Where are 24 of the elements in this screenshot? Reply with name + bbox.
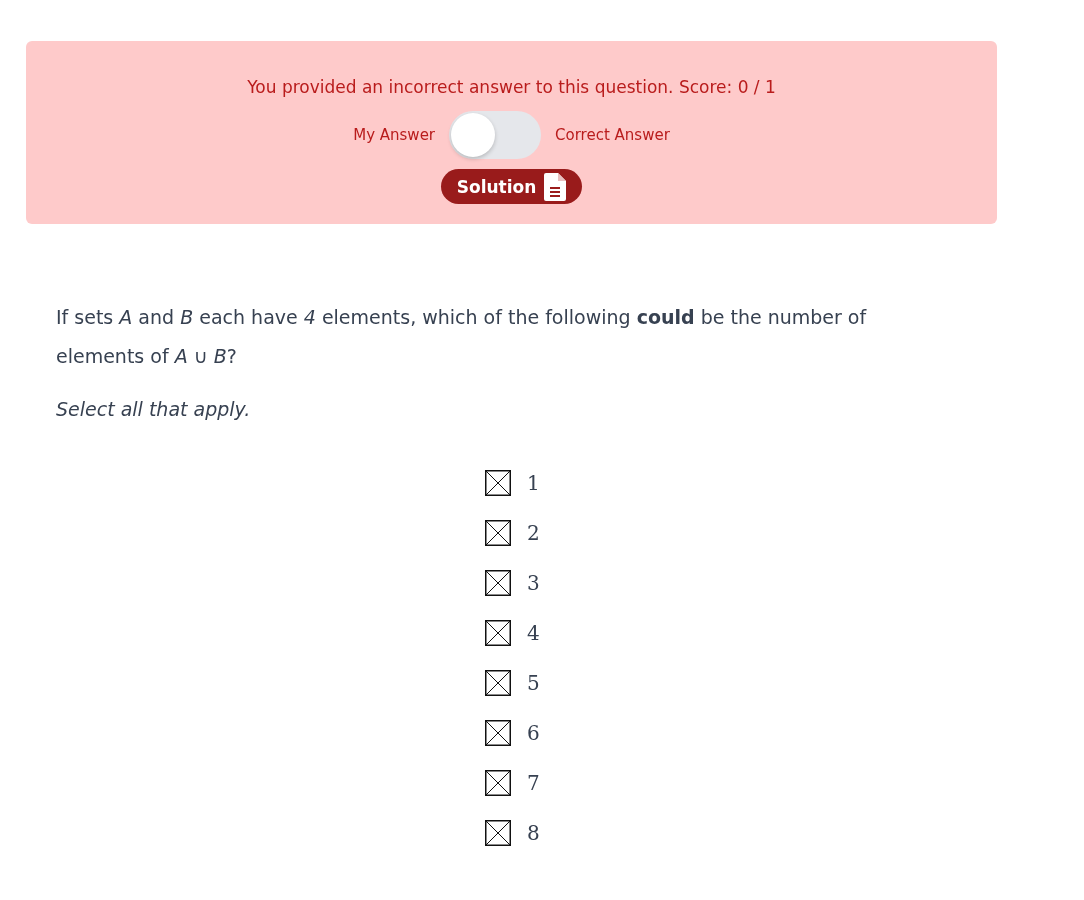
option-label: 5 [527, 671, 540, 695]
option-label: 3 [527, 571, 540, 595]
option-label: 1 [527, 471, 540, 495]
solution-button[interactable]: Solution [440, 169, 583, 204]
crossed-box-icon[interactable] [485, 470, 511, 496]
crossed-box-icon[interactable] [485, 620, 511, 646]
toggle-label: My Answer [353, 126, 436, 144]
crossed-box-icon[interactable] [485, 820, 511, 846]
question-text: If sets A and B each have 4 elements, which of the following could be the number of elements of A ∪ B? [56, 305, 868, 369]
crossed-box-icon[interactable] [485, 770, 511, 796]
document-icon [544, 172, 567, 201]
option-label: 6 [527, 721, 540, 745]
instruction-text: Select all that apply. [56, 398, 252, 420]
toggle-label: Correct Answer [555, 126, 670, 144]
feedback-message: You provided an incorrect answer to this question. Score: 0 / 1 [247, 76, 776, 98]
crossed-box-icon[interactable] [485, 520, 511, 546]
crossed-box-icon[interactable] [485, 570, 511, 596]
option-label: 4 [527, 621, 540, 645]
answer-toggle[interactable] [449, 111, 542, 159]
crossed-box-icon[interactable] [485, 670, 511, 696]
option-label: 8 [527, 821, 540, 845]
option-label: 7 [527, 771, 540, 795]
crossed-box-icon[interactable] [485, 720, 511, 746]
option-label: 2 [527, 521, 540, 545]
